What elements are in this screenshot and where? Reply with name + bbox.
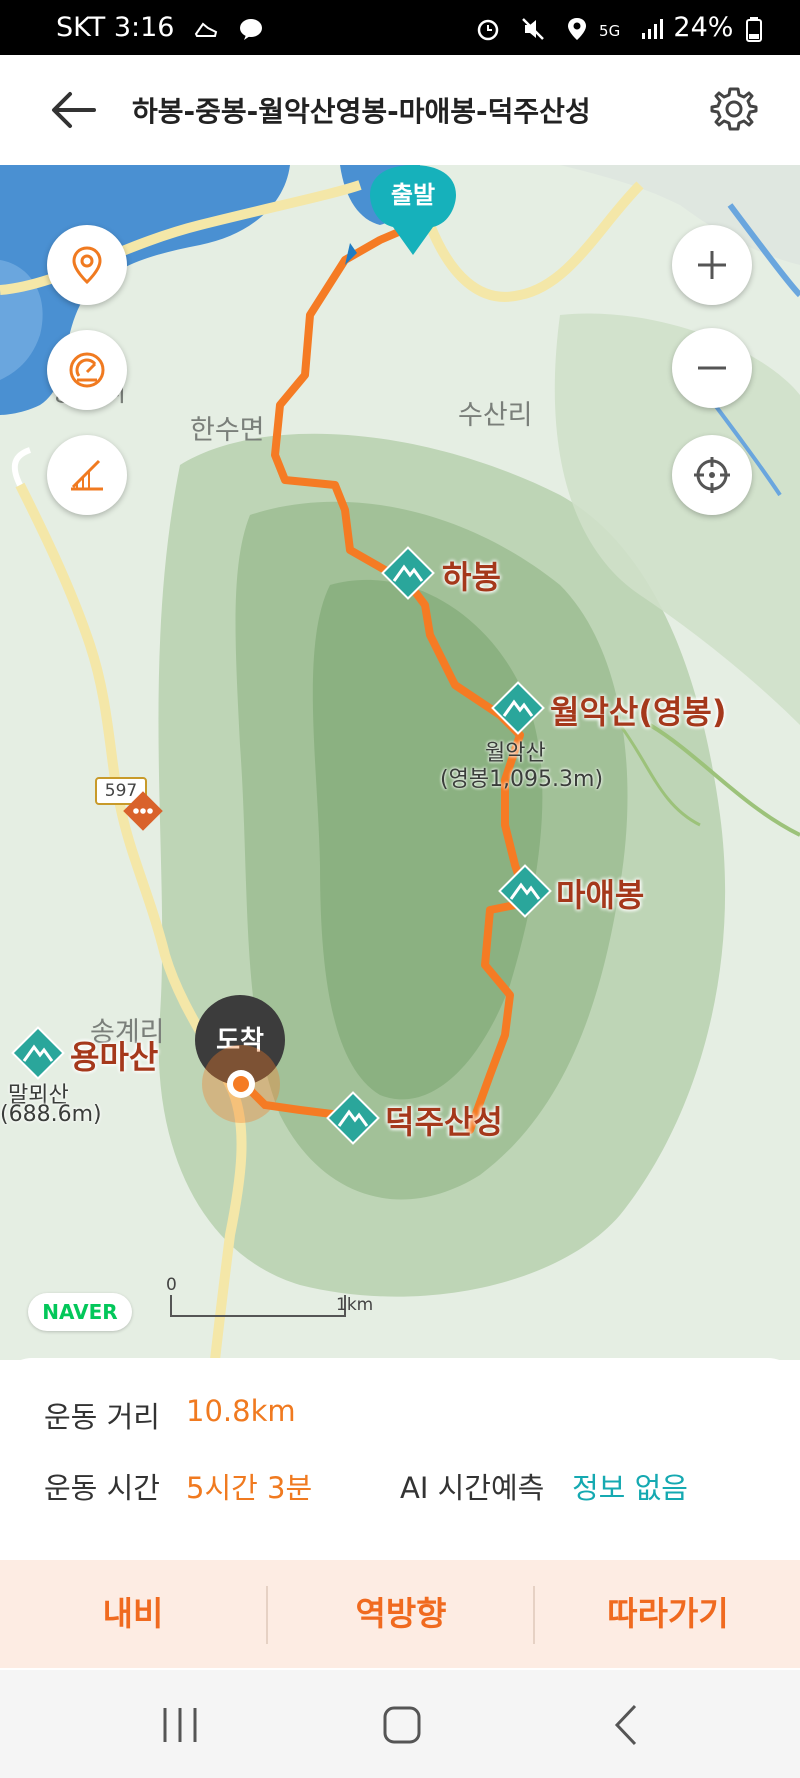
mountain-icon — [498, 864, 552, 918]
peak-label: 덕주산성 — [385, 1103, 503, 1141]
peak-elevation-label: (영봉1,095.3m) — [440, 767, 604, 792]
alarm-icon — [478, 19, 499, 40]
back-arrow-icon[interactable] — [50, 88, 98, 132]
system-nav-bar — [0, 1670, 800, 1778]
ai-time-label: AI 시간예측 — [400, 1471, 545, 1505]
network-text: 5G — [599, 22, 621, 40]
battery-text: 24% — [673, 12, 734, 43]
mountain-icon — [11, 1026, 65, 1080]
peak-marker-yongmasan[interactable] — [10, 1025, 66, 1085]
place-label: 수산리 — [458, 400, 533, 431]
scale-start: 0 — [166, 1275, 177, 1295]
naver-logo: NAVER — [28, 1293, 132, 1331]
target-dot-icon — [227, 1070, 255, 1098]
ai-time-value: 정보 없음 — [572, 1471, 688, 1505]
location-icon — [568, 17, 587, 40]
distance-value: 10.8km — [186, 1394, 296, 1428]
reverse-button[interactable]: 역방향 — [268, 1560, 534, 1668]
more-dots-icon — [123, 791, 163, 831]
battery-icon — [746, 16, 762, 42]
speed-button[interactable] — [47, 330, 127, 410]
time-label: 운동 시간 — [44, 1471, 160, 1505]
talk-icon — [239, 18, 262, 40]
speedometer-icon — [69, 352, 105, 388]
action-bar: 내비 역방향 따라가기 — [0, 1560, 800, 1668]
zoom-in-button[interactable] — [672, 225, 752, 305]
poi-marker[interactable] — [122, 790, 164, 832]
follow-button[interactable]: 따라가기 — [535, 1560, 800, 1668]
signal-icon — [641, 18, 663, 39]
peak-label: 월악산(영봉) — [550, 693, 727, 731]
peak-marker-haebong[interactable] — [380, 545, 436, 605]
start-marker[interactable]: 출발 — [368, 165, 458, 257]
crosshair-icon — [694, 457, 730, 493]
peak-marker-maaebong[interactable] — [497, 863, 553, 923]
peak-elevation-label: (688.6m) — [0, 1102, 102, 1127]
zoom-out-button[interactable] — [672, 328, 752, 408]
peak-label: 용마산 — [70, 1038, 159, 1076]
mountain-icon — [326, 1091, 380, 1145]
clock-text: 3:16 — [113, 12, 175, 43]
mute-icon — [521, 17, 544, 40]
status-bar: SKT 3:16 5G 24% — [0, 0, 800, 55]
stats-panel: 운동 거리 10.8km 운동 시간 5시간 3분 AI 시간예측 정보 없음 — [0, 1358, 800, 1558]
elevation-button[interactable] — [47, 435, 127, 515]
location-pin-icon — [72, 246, 102, 285]
scale-bar — [170, 1295, 346, 1317]
place-label: 한수면 — [190, 415, 265, 446]
my-location-button[interactable] — [672, 435, 752, 515]
mountain-icon — [491, 681, 545, 735]
gear-icon[interactable] — [710, 85, 758, 133]
peak-marker-wolaksan[interactable] — [490, 680, 546, 740]
status-right: 5G 24% — [465, 12, 762, 43]
end-point — [202, 1045, 280, 1123]
start-label: 출발 — [390, 181, 436, 209]
back-icon[interactable] — [603, 1700, 653, 1750]
route-title: 하봉-중봉-월악산영봉-마애봉-덕주산성 — [132, 95, 591, 128]
peak-label: 하봉 — [442, 558, 501, 596]
time-value: 5시간 3분 — [186, 1471, 313, 1505]
carrier-text: SKT — [56, 12, 106, 43]
map-view[interactable]: 봉평리 한수면 수산리 송계리 — [0, 165, 800, 1360]
home-icon[interactable] — [377, 1700, 427, 1750]
plus-icon — [698, 251, 726, 279]
status-left: SKT 3:16 — [56, 12, 264, 43]
peak-label: 마애봉 — [556, 876, 645, 914]
recent-apps-icon[interactable] — [155, 1700, 205, 1750]
distance-label: 운동 거리 — [44, 1400, 160, 1434]
navi-button[interactable]: 내비 — [0, 1560, 266, 1668]
scale-end: 1km — [336, 1295, 374, 1315]
shoe-icon — [194, 22, 218, 37]
app-header: 하봉-중봉-월악산영봉-마애봉-덕주산성 — [0, 55, 800, 166]
peak-marker-deokjusanseong[interactable] — [325, 1090, 381, 1150]
marker-button[interactable] — [47, 225, 127, 305]
elevation-icon — [71, 459, 103, 491]
minus-icon — [698, 366, 726, 370]
mountain-icon — [381, 546, 435, 600]
